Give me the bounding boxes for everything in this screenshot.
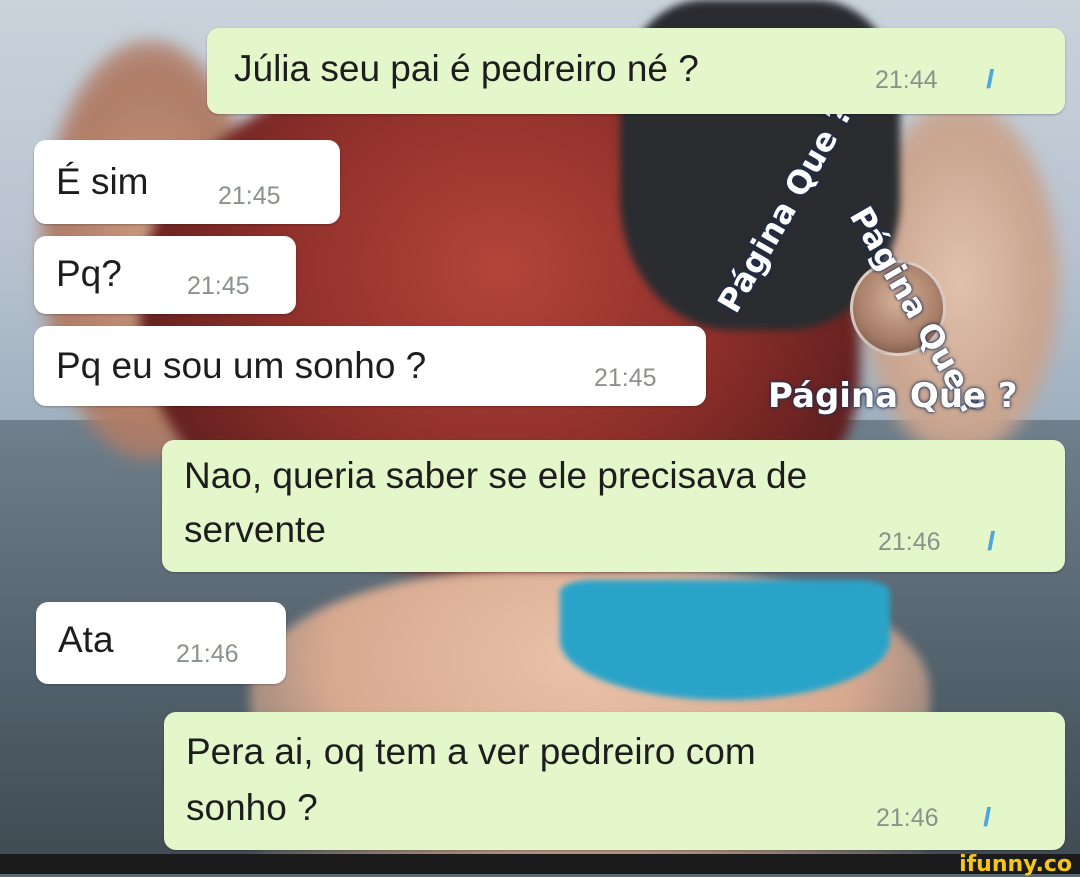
message-time: 21:45 xyxy=(187,272,250,300)
message-text: Pq eu sou um sonho ? xyxy=(56,345,427,386)
message-bubble-received[interactable]: Pq? 21:45 xyxy=(34,236,296,314)
footer-bar: ifunny.co xyxy=(0,852,1080,877)
message-text: Pq? xyxy=(56,253,122,294)
message-text: Ata xyxy=(58,619,114,660)
message-bubble-sent[interactable]: Nao, queria saber se ele precisava de se… xyxy=(162,440,1065,572)
message-text-line-2: servente xyxy=(184,509,326,550)
message-time: 21:46 xyxy=(876,804,939,832)
brand-logo-text: ifunny.co xyxy=(959,852,1072,877)
message-time: 21:44 xyxy=(875,66,938,94)
message-bubble-sent[interactable]: Júlia seu pai é pedreiro né ? 21:44 // xyxy=(207,28,1065,114)
message-time: 21:45 xyxy=(218,182,281,210)
message-text: Júlia seu pai é pedreiro né ? xyxy=(234,48,699,89)
message-bubble-received[interactable]: Pq eu sou um sonho ? 21:45 xyxy=(34,326,706,406)
message-time: 21:45 xyxy=(594,364,657,392)
watermark-text-bottom: Página Que ? xyxy=(768,376,1018,416)
message-bubble-received[interactable]: Ata 21:46 xyxy=(36,602,286,684)
message-text-line-1: Nao, queria saber se ele precisava de xyxy=(184,455,808,496)
message-text: É sim xyxy=(56,161,149,202)
message-time: 21:46 xyxy=(176,640,239,668)
message-text-line-2: sonho ? xyxy=(186,787,318,828)
message-text-line-1: Pera ai, oq tem a ver pedreiro com xyxy=(186,731,756,772)
message-bubble-sent[interactable]: Pera ai, oq tem a ver pedreiro com sonho… xyxy=(164,712,1065,850)
message-time: 21:46 xyxy=(878,528,941,556)
watermark: Página Que ? Página Que ? Página Que ? xyxy=(700,97,1060,440)
message-bubble-received[interactable]: É sim 21:45 xyxy=(34,140,340,224)
